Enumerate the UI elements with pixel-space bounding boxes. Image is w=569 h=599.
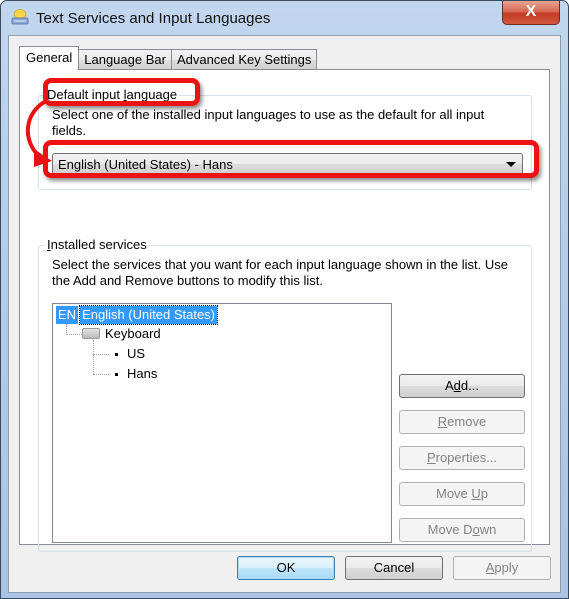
- tree-item-language[interactable]: EN English (United States): [56, 305, 219, 325]
- properties-button[interactable]: Properties...: [399, 446, 525, 470]
- installed-services-group: Installed services Select the services t…: [38, 237, 532, 552]
- bullet-icon: [115, 373, 118, 376]
- general-tab-panel: Default input language Select one of the…: [19, 69, 550, 552]
- tab-advanced-key-settings[interactable]: Advanced Key Settings: [170, 49, 318, 70]
- tree-item-layout-hans[interactable]: Hans: [127, 365, 157, 383]
- move-down-button[interactable]: Move Down: [399, 518, 525, 542]
- annotation-highlight-label: [43, 78, 200, 106]
- keyboard-icon: [82, 328, 100, 339]
- bullet-icon: [115, 353, 118, 356]
- tree-line: [93, 354, 109, 355]
- close-icon: X: [525, 3, 537, 20]
- tab-language-bar[interactable]: Language Bar: [78, 49, 172, 70]
- tree-line: [93, 340, 94, 374]
- installed-services-description: Select the services that you want for ea…: [52, 257, 508, 288]
- tree-item-layout-us[interactable]: US: [127, 345, 145, 363]
- dialog-client-area: General Language Bar Advanced Key Settin…: [8, 35, 561, 593]
- cancel-button[interactable]: Cancel: [345, 556, 443, 580]
- installed-services-label: Installed services: [45, 237, 149, 252]
- language-badge: EN: [56, 306, 79, 324]
- apply-button[interactable]: Apply: [453, 556, 551, 580]
- remove-button[interactable]: Remove: [399, 410, 525, 434]
- language-label: English (United States): [79, 305, 219, 325]
- tree-item-keyboard[interactable]: Keyboard: [105, 325, 161, 343]
- tree-line: [66, 334, 82, 335]
- move-up-button[interactable]: Move Up: [399, 482, 525, 506]
- default-input-language-description: Select one of the installed input langua…: [52, 107, 485, 138]
- ok-button[interactable]: OK: [237, 556, 335, 580]
- dialog-window: Text Services and Input Languages X Gene…: [0, 0, 569, 599]
- installed-services-tree[interactable]: EN English (United States) Keyboard US Ha…: [52, 303, 392, 543]
- tab-strip: General Language Bar Advanced Key Settin…: [19, 46, 318, 70]
- close-button[interactable]: X: [502, 1, 560, 25]
- tree-line: [93, 374, 109, 375]
- annotation-highlight-dropdown: [43, 140, 539, 178]
- window-title: Text Services and Input Languages: [36, 10, 271, 27]
- title-bar[interactable]: Text Services and Input Languages X: [1, 1, 568, 35]
- tab-general[interactable]: General: [19, 46, 80, 70]
- annotation-arrow-icon: [25, 99, 52, 167]
- add-button[interactable]: Add...: [399, 374, 525, 398]
- keyboard-languages-icon: [11, 9, 29, 25]
